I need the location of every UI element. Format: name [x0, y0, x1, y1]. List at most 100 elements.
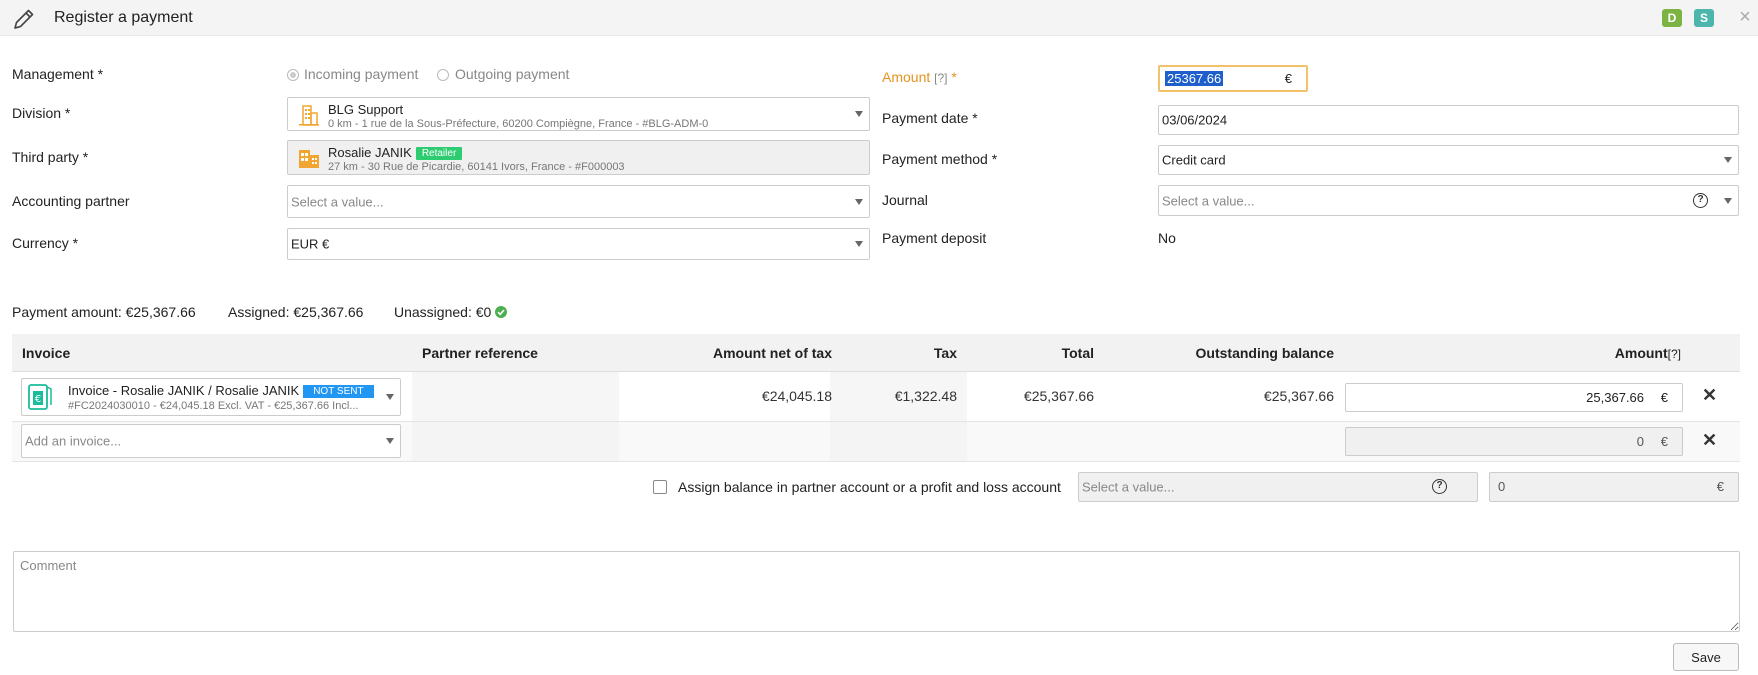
- row-amount-input[interactable]: 25,367.66 €: [1345, 383, 1683, 412]
- col-partner-reference: Partner reference: [422, 345, 538, 361]
- third-party-name: Rosalie JANIK: [328, 145, 412, 160]
- currency-select[interactable]: EUR €: [287, 228, 870, 260]
- dialog-titlebar: Register a payment D S ×: [0, 0, 1758, 36]
- help-icon[interactable]: ?: [1432, 479, 1447, 494]
- amount-help-icon[interactable]: [?]: [934, 71, 947, 85]
- col-amount-help[interactable]: [?]: [1668, 347, 1681, 361]
- check-circle-icon: [495, 306, 508, 318]
- journal-select[interactable]: Select a value... ?: [1158, 185, 1739, 216]
- chevron-down-icon[interactable]: [855, 198, 863, 205]
- balance-account-select[interactable]: Select a value... ?: [1078, 472, 1478, 502]
- chevron-down-icon[interactable]: [386, 438, 394, 444]
- radio-outgoing-payment[interactable]: [437, 69, 449, 81]
- chevron-down-icon[interactable]: [855, 241, 863, 247]
- chevron-down-icon[interactable]: [386, 394, 394, 400]
- building-icon: [299, 105, 319, 126]
- journal-placeholder: Select a value...: [1162, 193, 1255, 208]
- assigned-summary: Assigned: €25,367.66: [228, 304, 364, 320]
- add-row-amount-unit: €: [1660, 434, 1668, 449]
- payment-method-value: Credit card: [1162, 152, 1226, 168]
- invoice-title-line: Invoice - Rosalie JANIK / Rosalie JANIK N…: [68, 383, 374, 398]
- col-amount-label: Amount: [1614, 345, 1668, 361]
- col-invoice: Invoice: [22, 345, 71, 361]
- amount-net-cell: €24,045.18: [761, 388, 832, 404]
- radio-incoming-payment[interactable]: [287, 69, 299, 81]
- table-row-add: Add an invoice... 0 € ✕: [12, 422, 1740, 462]
- col-tax: Tax: [933, 345, 957, 361]
- table-row: € Invoice - Rosalie JANIK / Rosalie JANI…: [12, 372, 1740, 422]
- badge-d[interactable]: D: [1662, 9, 1682, 27]
- third-party-field[interactable]: Rosalie JANIK Retailer 27 km - 30 Rue de …: [287, 140, 870, 175]
- currency-value: EUR €: [291, 236, 330, 252]
- invoice-table-header: Invoice Partner reference Amount net of …: [12, 334, 1740, 372]
- accounting-partner-label: Accounting partner: [12, 193, 130, 209]
- accounting-partner-select[interactable]: Select a value...: [287, 185, 870, 218]
- col-total: Total: [1061, 345, 1094, 361]
- currency-label: Currency *: [12, 235, 79, 251]
- division-select[interactable]: BLG Support 0 km - 1 rue de la Sous-Préf…: [287, 97, 870, 131]
- badge-s[interactable]: S: [1694, 9, 1714, 27]
- payment-deposit-value: No: [1158, 230, 1176, 246]
- chevron-down-icon[interactable]: [1724, 157, 1732, 163]
- help-icon[interactable]: ?: [1693, 193, 1708, 208]
- company-icon: [299, 150, 319, 168]
- assign-balance-checkbox[interactable]: [653, 480, 667, 494]
- assign-balance-label[interactable]: Assign balance in partner account or a p…: [678, 479, 1061, 495]
- add-row-amount-input[interactable]: 0 €: [1345, 427, 1683, 456]
- remove-row-icon[interactable]: ✕: [1702, 430, 1717, 451]
- payment-method-label: Payment method *: [882, 151, 998, 167]
- payment-date-input[interactable]: 03/06/2024: [1158, 105, 1739, 135]
- add-row-amount-value: 0: [1636, 434, 1644, 449]
- dialog-title: Register a payment: [54, 9, 193, 26]
- chevron-down-icon[interactable]: [1724, 197, 1732, 204]
- journal-label: Journal: [882, 192, 928, 208]
- comment-textarea[interactable]: [13, 551, 1740, 632]
- close-icon[interactable]: ×: [1734, 6, 1756, 28]
- invoice-icon: €: [28, 384, 52, 410]
- amount-required: *: [951, 69, 957, 85]
- amount-label: Amount: [882, 69, 931, 85]
- svg-text:€: €: [35, 394, 41, 405]
- retailer-tag: Retailer: [415, 147, 463, 160]
- col-amount: Amount[?]: [1615, 345, 1681, 361]
- accounting-partner-placeholder: Select a value...: [291, 194, 384, 209]
- add-invoice-placeholder: Add an invoice...: [25, 433, 122, 449]
- balance-amount-unit: €: [1716, 479, 1724, 494]
- col-outstanding-balance: Outstanding balance: [1195, 345, 1334, 361]
- payment-method-select[interactable]: Credit card: [1158, 145, 1739, 175]
- tax-cell: €1,322.48: [894, 388, 957, 404]
- division-detail: 0 km - 1 rue de la Sous-Préfecture, 6020…: [328, 118, 709, 130]
- col-amount-net: Amount net of tax: [713, 345, 832, 361]
- save-button[interactable]: Save: [1673, 643, 1739, 671]
- third-party-detail: 27 km - 30 Rue de Picardie, 60141 Ivors,…: [328, 161, 625, 173]
- status-badge: NOT SENT: [303, 385, 374, 398]
- third-party-name-line: Rosalie JANIK Retailer: [328, 145, 463, 160]
- division-name: BLG Support: [328, 102, 404, 117]
- row-amount-value: 25,367.66: [1586, 390, 1644, 405]
- balance-amount-input[interactable]: 0 €: [1489, 472, 1739, 502]
- outstanding-balance-cell: €25,367.66: [1263, 388, 1334, 404]
- amount-input[interactable]: 25367.66 €: [1158, 65, 1308, 92]
- payment-amount-summary: Payment amount: €25,367.66: [12, 304, 196, 320]
- invoice-select[interactable]: € Invoice - Rosalie JANIK / Rosalie JANI…: [21, 378, 401, 416]
- balance-account-placeholder: Select a value...: [1082, 479, 1175, 495]
- pencil-icon: [14, 9, 34, 29]
- unassigned-summary: Unassigned: €0: [394, 304, 492, 320]
- division-label: Division *: [12, 105, 71, 121]
- row-amount-unit: €: [1660, 390, 1668, 405]
- remove-row-icon[interactable]: ✕: [1702, 385, 1717, 406]
- add-invoice-select[interactable]: Add an invoice...: [21, 424, 401, 458]
- amount-value[interactable]: 25367.66: [1165, 71, 1224, 86]
- outgoing-payment-label[interactable]: Outgoing payment: [455, 66, 569, 82]
- invoice-detail: #FC2024030010 - €24,045.18 Excl. VAT - €…: [68, 400, 359, 412]
- invoice-title: Invoice - Rosalie JANIK / Rosalie JANIK: [68, 383, 300, 398]
- amount-label-group: Amount [?] *: [882, 69, 957, 85]
- third-party-label: Third party *: [12, 149, 89, 165]
- unassigned-summary-group: Unassigned: €0: [394, 304, 508, 320]
- balance-amount-value: 0: [1498, 479, 1506, 494]
- payment-date-label: Payment date *: [882, 110, 978, 126]
- amount-unit: €: [1284, 71, 1292, 86]
- incoming-payment-label[interactable]: Incoming payment: [304, 66, 418, 82]
- management-label: Management *: [12, 66, 104, 82]
- chevron-down-icon[interactable]: [855, 111, 863, 117]
